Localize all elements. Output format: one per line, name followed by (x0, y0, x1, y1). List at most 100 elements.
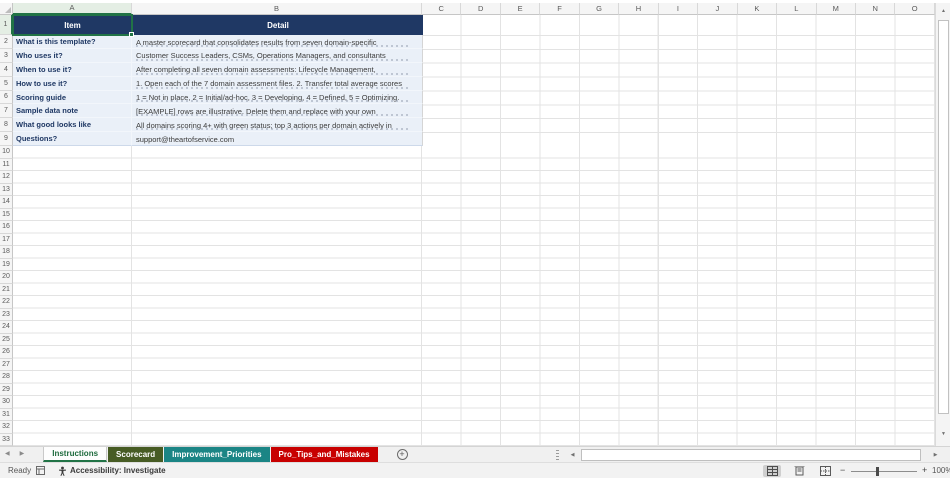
row-header-3[interactable]: 3 (0, 48, 13, 63)
cell-item-row7[interactable]: Sample data note (13, 104, 132, 119)
cell-detail-row3[interactable]: Customer Success Leaders, CSMs, Operatio… (132, 48, 423, 63)
scroll-up-icon[interactable]: ▲ (937, 4, 950, 17)
row-header-4[interactable]: 4 (0, 62, 13, 77)
cell-item-row4[interactable]: When to use it? (13, 62, 132, 77)
row-header-29[interactable]: 29 (0, 383, 13, 396)
column-header-D[interactable]: D (461, 3, 501, 15)
sheet-tab-pro_tips_and_mistakes[interactable]: Pro_Tips_and_Mistakes (270, 447, 378, 462)
vertical-scrollbar-thumb[interactable] (938, 20, 949, 414)
column-header-G[interactable]: G (579, 3, 620, 15)
zoom-level-label[interactable]: 100% (932, 466, 950, 475)
row-header-24[interactable]: 24 (0, 321, 13, 334)
cell-detail-row6[interactable]: 1 = Not in place, 2 = Initial/ad-hoc, 3 … (132, 90, 423, 105)
sheet-tab-scorecard[interactable]: Scorecard (108, 447, 164, 462)
row-header-8[interactable]: 8 (0, 118, 13, 133)
zoom-in-icon[interactable]: + (922, 465, 927, 475)
row-header-7[interactable]: 7 (0, 104, 13, 119)
row-header-19[interactable]: 19 (0, 258, 13, 271)
row-header-13[interactable]: 13 (0, 183, 13, 196)
macro-record-icon[interactable] (36, 466, 45, 477)
row-header-28[interactable]: 28 (0, 371, 13, 384)
cell-detail-row9[interactable]: support@theartofservice.com (132, 132, 423, 146)
normal-view-button[interactable] (763, 465, 781, 477)
accessibility-status-label[interactable]: Accessibility: Investigate (70, 466, 166, 475)
zoom-slider-thumb[interactable] (876, 467, 879, 476)
row-header-14[interactable]: 14 (0, 196, 13, 209)
column-header-O[interactable]: O (895, 3, 935, 15)
tab-splitter-grip[interactable] (556, 450, 559, 460)
vertical-scrollbar[interactable]: ▲ ▼ (935, 3, 950, 446)
row-header-22[interactable]: 22 (0, 296, 13, 309)
cell-item-row6[interactable]: Scoring guide (13, 90, 132, 105)
row-header-26[interactable]: 26 (0, 346, 13, 359)
row-header-17[interactable]: 17 (0, 233, 13, 246)
header-cell-detail[interactable]: Detail (132, 15, 423, 35)
row-header-5[interactable]: 5 (0, 76, 13, 91)
cell-item-row3[interactable]: Who uses it? (13, 48, 132, 63)
cell-detail-row4[interactable]: After completing all seven domain assess… (132, 62, 423, 77)
scroll-down-icon[interactable]: ▼ (937, 427, 950, 440)
cell-detail-row8[interactable]: All domains scoring 4+ with green status… (132, 118, 423, 133)
zoom-slider-track[interactable] (851, 471, 917, 472)
sheet-tab-instructions[interactable]: Instructions (43, 447, 108, 462)
column-header-F[interactable]: F (540, 3, 580, 15)
column-header-E[interactable]: E (500, 3, 541, 15)
row-header-20[interactable]: 20 (0, 271, 13, 284)
column-header-L[interactable]: L (777, 3, 817, 15)
cell-item-row9[interactable]: Questions? (13, 132, 132, 146)
cell-detail-row2[interactable]: A master scorecard that consolidates res… (132, 35, 423, 49)
column-header-N[interactable]: N (855, 3, 896, 15)
gridlines-horizontal-empty (13, 146, 935, 446)
row-header-10[interactable]: 10 (0, 146, 13, 159)
table-row: What is this template? A master scorecard… (13, 35, 423, 49)
row-header-32[interactable]: 32 (0, 421, 13, 434)
row-header-16[interactable]: 16 (0, 221, 13, 234)
table-row: Sample data note [EXAMPLE] rows are illus… (13, 104, 423, 119)
row-header-12[interactable]: 12 (0, 171, 13, 184)
row-header-9[interactable]: 9 (0, 132, 13, 146)
new-sheet-button[interactable]: + (396, 449, 408, 460)
row-header-21[interactable]: 21 (0, 283, 13, 296)
excel-window: ABCDEFGHIJKLMNO 1 2 3 4 5 6 7 8 9 10 11 12 13 14 15 16 1… (0, 0, 950, 478)
column-header-M[interactable]: M (816, 3, 856, 15)
row-header-31[interactable]: 31 (0, 408, 13, 421)
page-break-preview-button[interactable] (816, 465, 834, 477)
select-all-corner[interactable] (0, 3, 13, 15)
row-header-23[interactable]: 23 (0, 308, 13, 321)
cell-item-row8[interactable]: What good looks like (13, 118, 132, 133)
row-header-column: 1 2 3 4 5 6 7 8 9 10 11 12 13 14 15 16 17 18 19 20 21 22 23 24 2… (0, 15, 13, 446)
row-header-33[interactable]: 33 (0, 433, 13, 446)
table-row: Who uses it? Customer Success Leaders, CS… (13, 48, 423, 63)
row-header-15[interactable]: 15 (0, 208, 13, 221)
cell-item-row5[interactable]: How to use it? (13, 76, 132, 91)
page-layout-view-button[interactable] (790, 465, 808, 477)
sheet-nav-left-icon[interactable]: ◀ (0, 447, 15, 462)
column-header-B[interactable]: B (132, 3, 422, 15)
cell-item-row2[interactable]: What is this template? (13, 35, 132, 49)
sheet-tab-improvement_priorities[interactable]: Improvement_Priorities (164, 447, 270, 462)
row-header-18[interactable]: 18 (0, 246, 13, 259)
row-header-6[interactable]: 6 (0, 90, 13, 105)
scroll-left-icon[interactable]: ◀ (566, 449, 579, 461)
cell-detail-row5[interactable]: 1. Open each of the 7 domain assessment … (132, 76, 423, 91)
column-header-A[interactable]: A (13, 3, 132, 15)
horizontal-scrollbar-thumb[interactable] (581, 449, 921, 461)
sheet-nav-right-icon[interactable]: ▶ (15, 447, 30, 462)
column-header-I[interactable]: I (658, 3, 699, 15)
status-ready-label: Ready (8, 466, 32, 475)
column-header-J[interactable]: J (698, 3, 738, 15)
scroll-right-icon[interactable]: ▶ (929, 449, 942, 461)
zoom-out-icon[interactable]: − (840, 465, 845, 475)
header-cell-item[interactable]: Item (13, 15, 132, 35)
column-header-K[interactable]: K (737, 3, 778, 15)
column-header-C[interactable]: C (422, 3, 462, 15)
row-header-25[interactable]: 25 (0, 333, 13, 346)
gridlines-horizontal-mid (422, 35, 935, 146)
row-header-1[interactable]: 1 (0, 15, 13, 35)
row-header-11[interactable]: 11 (0, 158, 13, 171)
column-header-H[interactable]: H (619, 3, 659, 15)
row-header-27[interactable]: 27 (0, 358, 13, 371)
row-header-30[interactable]: 30 (0, 396, 13, 409)
row-header-2[interactable]: 2 (0, 35, 13, 49)
cell-detail-row7[interactable]: [EXAMPLE] rows are illustrative. Delete … (132, 104, 423, 119)
